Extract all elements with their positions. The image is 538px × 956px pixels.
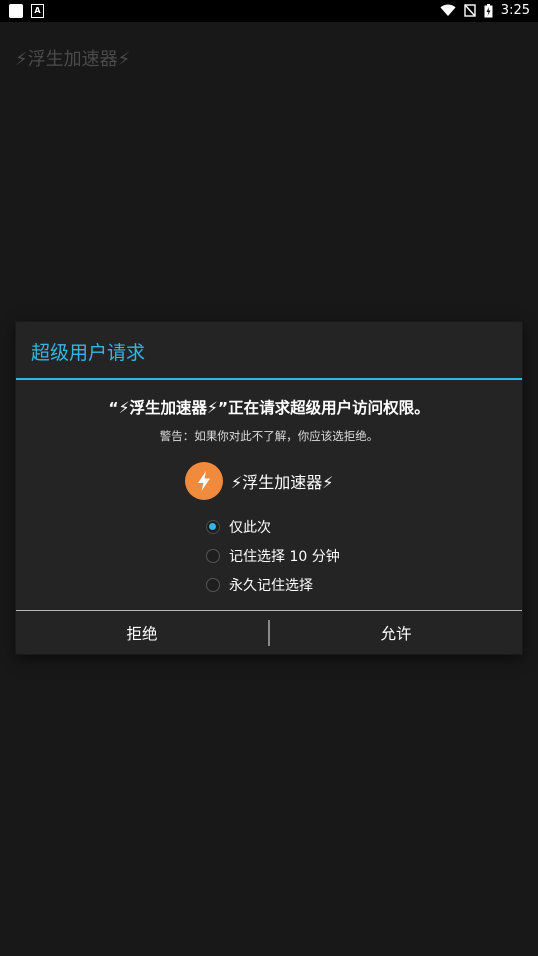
option-once[interactable]: 仅此次 bbox=[206, 512, 340, 541]
option-remember-10-minutes[interactable]: 记住选择 10 分钟 bbox=[206, 541, 340, 570]
dialog-title: 超级用户请求 bbox=[31, 342, 146, 364]
status-bar: A 3:25 bbox=[0, 0, 538, 22]
radio-selected-icon[interactable] bbox=[206, 519, 220, 534]
radio-unselected-icon[interactable] bbox=[206, 548, 220, 563]
option-label: 记住选择 10 分钟 bbox=[229, 548, 340, 565]
warning-text: 警告：如果你对此不了解，你应该选拒绝。 bbox=[159, 429, 379, 443]
wifi-icon bbox=[440, 4, 456, 16]
option-remember-forever[interactable]: 永久记住选择 bbox=[206, 570, 340, 599]
lightning-app-icon bbox=[185, 462, 223, 500]
request-message: “⚡浮生加速器⚡”正在请求超级用户访问权限。 bbox=[108, 399, 430, 417]
radio-unselected-icon[interactable] bbox=[206, 577, 220, 592]
requesting-app-row: ⚡浮生加速器⚡ bbox=[185, 462, 333, 500]
superuser-request-dialog: 超级用户请求 “⚡浮生加速器⚡”正在请求超级用户访问权限。 警告：如果你对此不了… bbox=[16, 322, 522, 654]
app-title: ⚡浮生加速器⚡ bbox=[15, 49, 131, 70]
clock: 3:25 bbox=[500, 3, 530, 18]
battery-icon bbox=[484, 3, 493, 17]
remember-options: 仅此次 记住选择 10 分钟 永久记住选择 bbox=[206, 512, 340, 599]
no-signal-icon bbox=[464, 4, 476, 17]
allow-button[interactable]: 允许 bbox=[270, 611, 522, 654]
deny-button[interactable]: 拒绝 bbox=[16, 611, 268, 654]
option-label: 仅此次 bbox=[229, 519, 271, 536]
title-divider bbox=[16, 378, 522, 380]
option-label: 永久记住选择 bbox=[229, 577, 313, 594]
keyboard-notification-icon: A bbox=[31, 4, 44, 18]
notification-icon bbox=[9, 4, 23, 18]
requesting-app-name: ⚡浮生加速器⚡ bbox=[231, 473, 334, 492]
